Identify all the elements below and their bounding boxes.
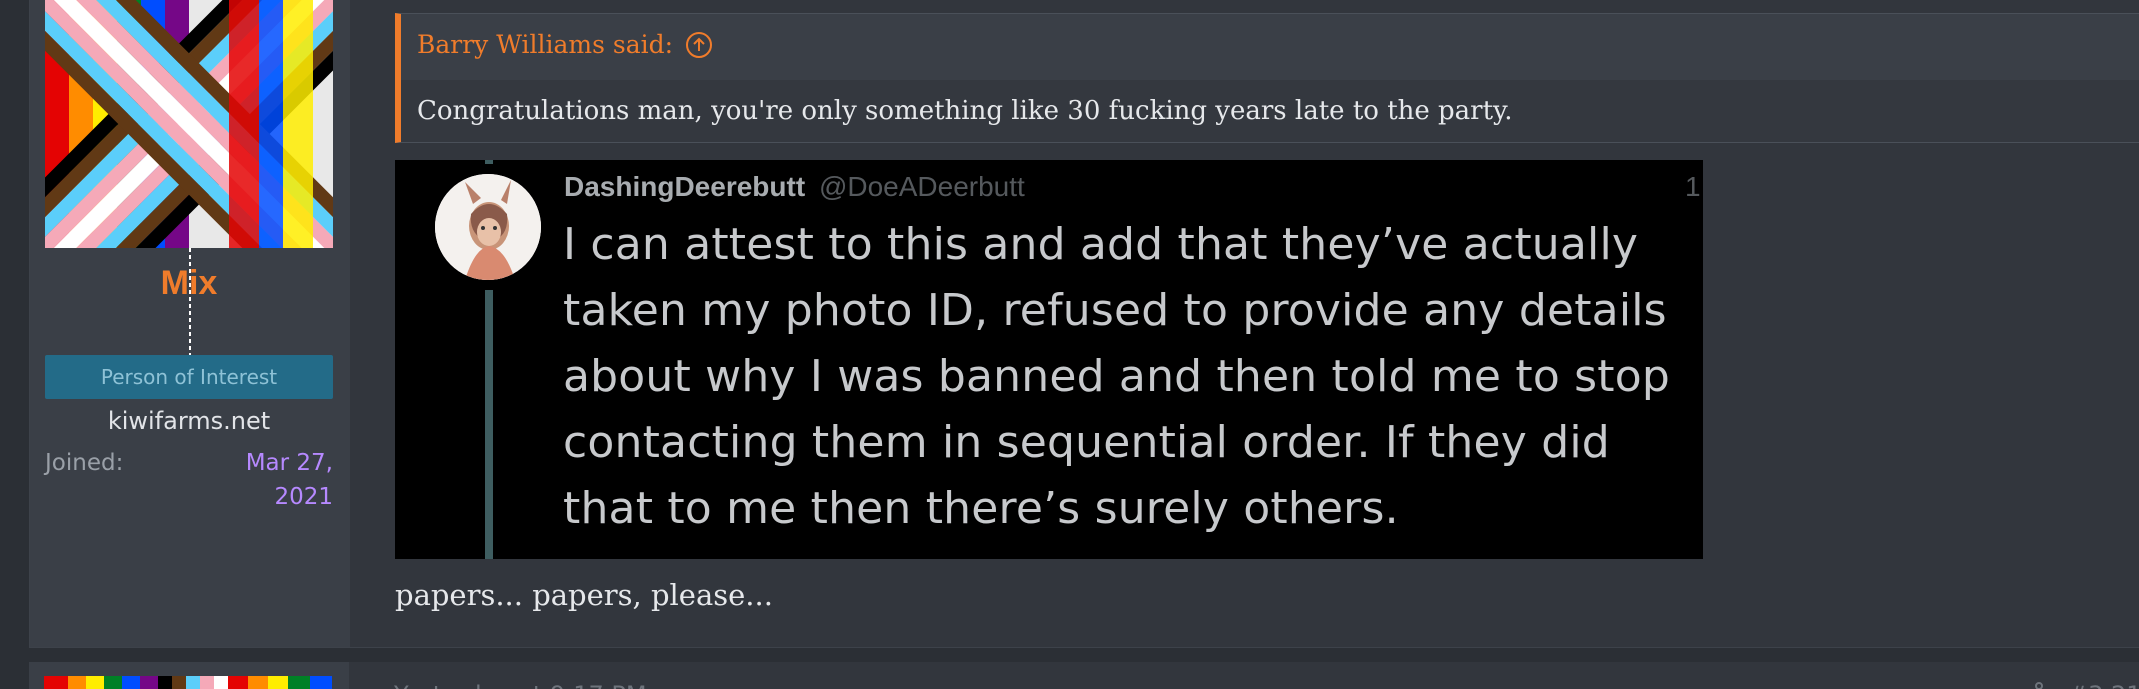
post-user-panel: Mix Person of Interest kiwifarms.net Joi… xyxy=(30,0,350,647)
tweet-time: 1! xyxy=(1685,171,1703,202)
post: Mix Person of Interest kiwifarms.net Joi… xyxy=(29,0,2139,648)
forum-page: Mix Person of Interest kiwifarms.net Joi… xyxy=(0,0,2139,689)
avatar[interactable] xyxy=(44,676,332,689)
post-content: Barry Williams said: Congratulations man… xyxy=(350,0,2139,647)
post-date-link[interactable]: Yesterday at 9:17 PM xyxy=(394,678,647,689)
thread-line-top xyxy=(485,160,493,164)
share-icon[interactable] xyxy=(2027,680,2051,689)
joined-label: Joined: xyxy=(45,450,124,476)
avatar-image xyxy=(45,0,333,248)
tweet-header: DashingDeerebutt @DoeADeerbutt xyxy=(564,168,1025,206)
quote-block: Barry Williams said: Congratulations man… xyxy=(395,13,2139,143)
post-body-text: papers... papers, please... xyxy=(395,578,773,612)
quote-header[interactable]: Barry Williams said: xyxy=(417,28,713,62)
post-number-link[interactable]: #3,215 xyxy=(2068,678,2139,689)
thread-line xyxy=(485,290,493,559)
tweet-avatar xyxy=(435,174,541,280)
next-post: Yesterday at 9:17 PM #3,215 xyxy=(29,662,2139,689)
avatar[interactable] xyxy=(45,0,333,248)
arrow-up-circle-icon[interactable] xyxy=(685,31,713,59)
tweet-handle: @DoeADeerbutt xyxy=(818,171,1025,202)
tweet-text: I can attest to this and add that they’v… xyxy=(563,219,1670,534)
next-post-user-panel xyxy=(29,662,349,689)
joined-date: Mar 27, 2021 xyxy=(245,450,333,510)
embedded-tweet-image[interactable]: DashingDeerebutt @DoeADeerbutt 1! I can … xyxy=(395,160,1703,559)
quote-author[interactable]: Barry Williams said: xyxy=(417,28,673,62)
tweet-display-name: DashingDeerebutt xyxy=(564,171,806,202)
deer-avatar-icon xyxy=(435,174,541,280)
user-banner-site: kiwifarms.net xyxy=(107,407,271,435)
user-title-badge: Person of Interest xyxy=(45,355,333,399)
avatar-image xyxy=(44,676,332,689)
quote-text: Congratulations man, you're only somethi… xyxy=(401,80,2139,142)
